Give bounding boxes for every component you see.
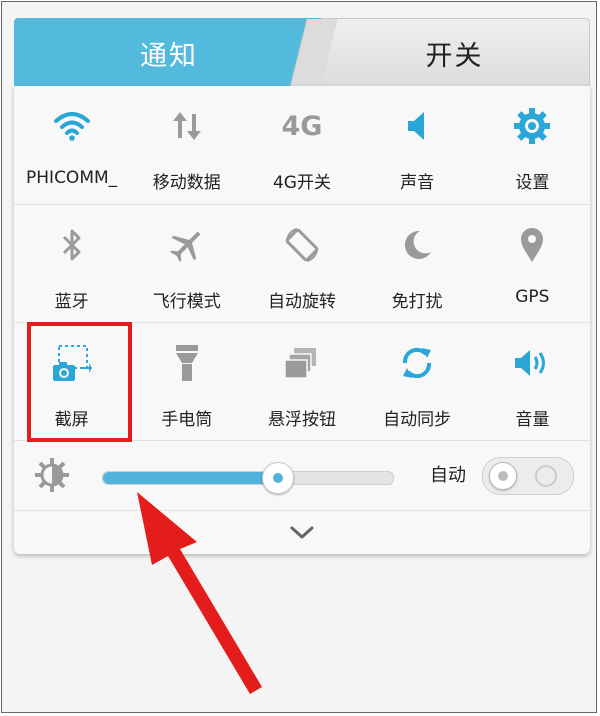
quick-settings-panel: PHICOMM_ 移动数据 4G 4G开关 声音 设置 蓝牙 飞行模式 自动旋转… xyxy=(14,86,590,554)
toggle-label: 设置 xyxy=(515,173,550,193)
gps-icon xyxy=(518,225,546,265)
toggle-row-2: 蓝牙 飞行模式 自动旋转 免打扰 GPS xyxy=(14,204,590,323)
volume-icon xyxy=(512,343,552,383)
toggle-mobile-data[interactable]: 移动数据 xyxy=(129,86,244,204)
toggle-label: 免打扰 xyxy=(391,292,443,312)
toggle-label: 移动数据 xyxy=(152,173,221,193)
brightness-icon xyxy=(34,457,70,497)
screenshot-highlight-box xyxy=(27,322,132,442)
wifi-icon xyxy=(52,106,92,146)
tab-bar: 通知 开关 xyxy=(14,18,590,88)
brightness-slider[interactable] xyxy=(102,462,394,494)
toggle-flashlight[interactable]: 手电筒 xyxy=(129,323,244,441)
tab-switches-label: 开关 xyxy=(425,40,484,72)
toggle-auto-rotate[interactable]: 自动旋转 xyxy=(244,205,359,323)
red-arrow-annotation xyxy=(137,492,262,694)
4g-icon-text: 4G xyxy=(281,110,323,142)
expand-panel-button[interactable] xyxy=(14,510,590,555)
tab-notifications[interactable]: 通知 xyxy=(14,18,324,88)
toggle-label: GPS xyxy=(515,287,550,307)
flashlight-icon xyxy=(172,343,202,383)
toggle-label: 蓝牙 xyxy=(54,292,89,312)
toggle-label: 自动同步 xyxy=(383,410,452,430)
toggle-wifi[interactable]: PHICOMM_ xyxy=(14,86,129,204)
toggle-label: 音量 xyxy=(515,410,550,430)
brightness-slider-fill xyxy=(103,472,277,484)
toggle-bluetooth[interactable]: 蓝牙 xyxy=(14,205,129,323)
toggle-knob xyxy=(489,462,517,490)
bluetooth-icon xyxy=(59,225,85,265)
toggle-label: 4G开关 xyxy=(272,173,331,193)
toggle-label: 手电筒 xyxy=(161,410,213,430)
toggle-row-1: PHICOMM_ 移动数据 4G 4G开关 声音 设置 xyxy=(14,86,590,204)
mobile-data-icon xyxy=(170,106,204,146)
toggle-do-not-disturb[interactable]: 免打扰 xyxy=(360,205,475,323)
moon-icon xyxy=(400,225,434,265)
toggle-auto-sync[interactable]: 自动同步 xyxy=(360,323,475,441)
toggle-off-indicator xyxy=(535,465,557,487)
auto-brightness-label: 自动 xyxy=(430,465,466,486)
settings-icon xyxy=(513,106,551,146)
sync-icon xyxy=(398,343,436,383)
floating-button-icon xyxy=(284,343,320,383)
toggle-label: 自动旋转 xyxy=(267,292,336,312)
toggle-volume[interactable]: 音量 xyxy=(475,323,590,441)
auto-brightness-toggle[interactable] xyxy=(482,457,574,495)
tab-switches[interactable]: 开关 xyxy=(319,18,590,88)
rotate-icon xyxy=(283,225,321,265)
toggle-settings[interactable]: 设置 xyxy=(475,86,590,204)
brightness-row: 自动 xyxy=(14,440,590,511)
toggle-label: 悬浮按钮 xyxy=(267,410,336,430)
sound-icon xyxy=(402,106,432,146)
toggle-floating-button[interactable]: 悬浮按钮 xyxy=(244,323,359,441)
toggle-gps[interactable]: GPS xyxy=(475,205,590,323)
toggle-label: 飞行模式 xyxy=(152,292,221,312)
tab-notifications-label: 通知 xyxy=(140,40,198,72)
toggle-airplane-mode[interactable]: 飞行模式 xyxy=(129,205,244,323)
chevron-down-icon xyxy=(290,526,314,539)
toggle-label: PHICOMM_ xyxy=(26,168,118,188)
screenshot-frame: 通知 开关 PHICOMM_ 移动数据 4G 4G开关 声音 设置 蓝牙 飞行模… xyxy=(1,1,597,713)
toggle-label: 声音 xyxy=(400,173,435,193)
airplane-icon xyxy=(167,225,207,265)
4g-icon: 4G xyxy=(281,106,322,146)
toggle-sound[interactable]: 声音 xyxy=(360,86,475,204)
toggle-4g[interactable]: 4G 4G开关 xyxy=(244,86,359,204)
